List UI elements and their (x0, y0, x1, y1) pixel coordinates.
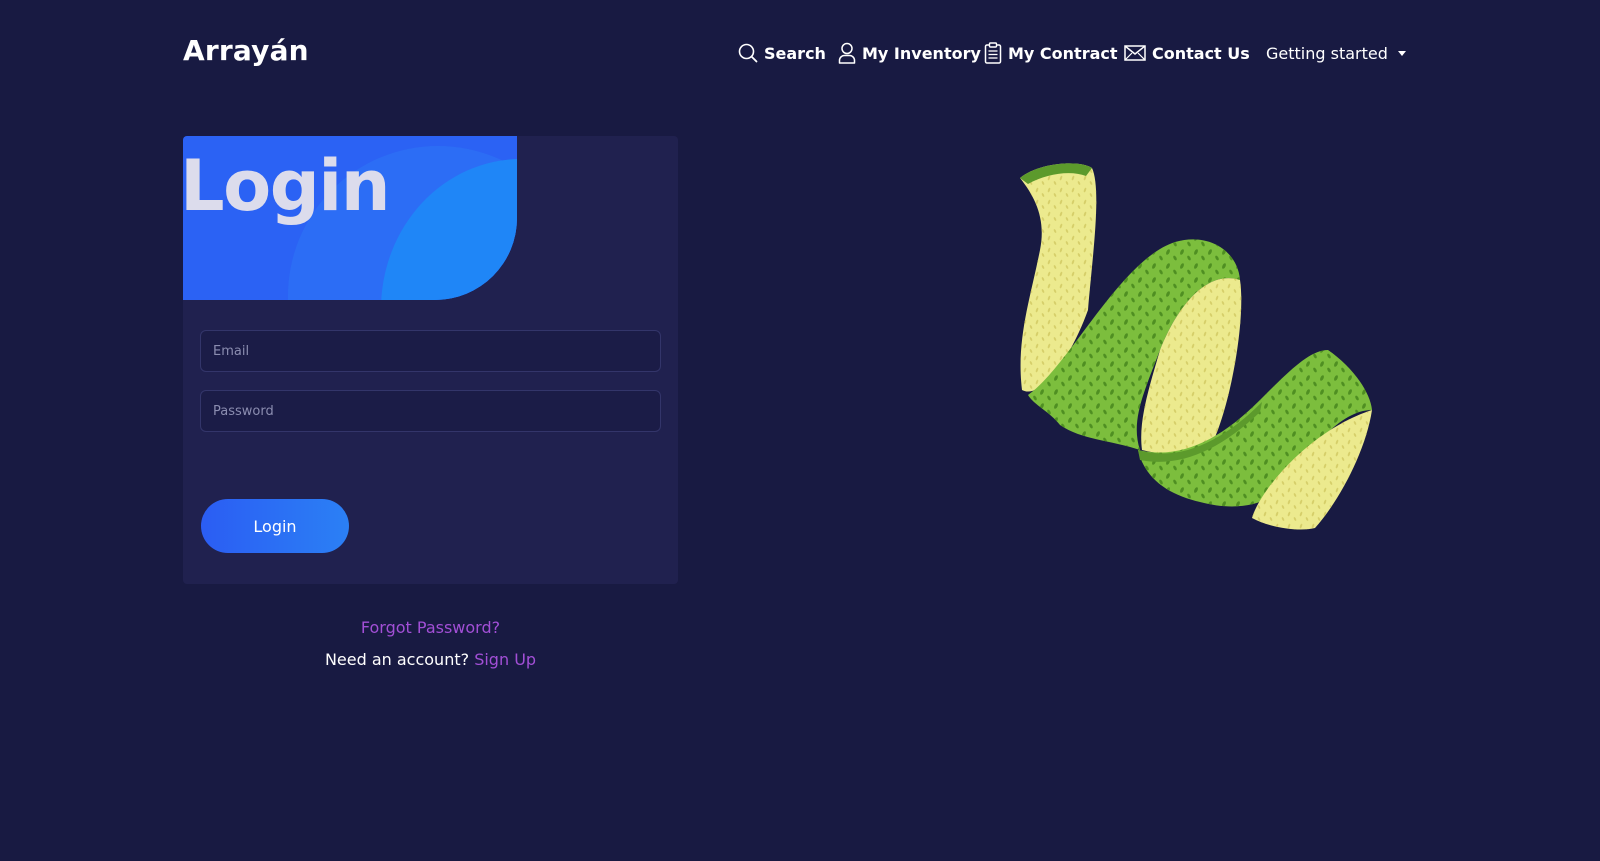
nav-contract-link[interactable]: My Contract (984, 38, 1118, 68)
login-card-header: Login (183, 136, 517, 300)
forgot-password-link[interactable]: Forgot Password? (183, 618, 678, 637)
sign-up-link[interactable]: Sign Up (474, 650, 536, 669)
need-account-text: Need an account? (324, 650, 470, 669)
clipboard-icon (984, 42, 1002, 64)
lime-peel-illustration (1010, 150, 1410, 550)
nav-search-label: Search (764, 43, 826, 63)
main-nav: Search My Inventory My Contract Contact … (0, 38, 1600, 68)
login-button[interactable]: Login (201, 499, 349, 553)
nav-inventory-label: My Inventory (862, 43, 981, 63)
envelope-icon (1124, 44, 1146, 62)
getting-started-label: Getting started (1266, 43, 1388, 63)
login-card: Login Login (183, 136, 678, 584)
getting-started-dropdown[interactable]: Getting started (1266, 38, 1406, 68)
nav-search-link[interactable]: Search (738, 38, 826, 68)
login-page: Arrayán Search My Inventory My Contract … (0, 0, 1600, 861)
signup-prompt: Need an account? Sign Up (183, 650, 678, 669)
email-field[interactable] (200, 330, 661, 372)
nav-contract-label: My Contract (1008, 43, 1118, 63)
login-title: Login (183, 145, 391, 227)
search-icon (738, 43, 758, 63)
password-field[interactable] (200, 390, 661, 432)
nav-contact-label: Contact Us (1152, 43, 1250, 63)
caret-down-icon (1397, 50, 1406, 56)
nav-inventory-link[interactable]: My Inventory (838, 38, 981, 68)
nav-contact-link[interactable]: Contact Us (1124, 38, 1250, 68)
user-icon (838, 42, 856, 64)
